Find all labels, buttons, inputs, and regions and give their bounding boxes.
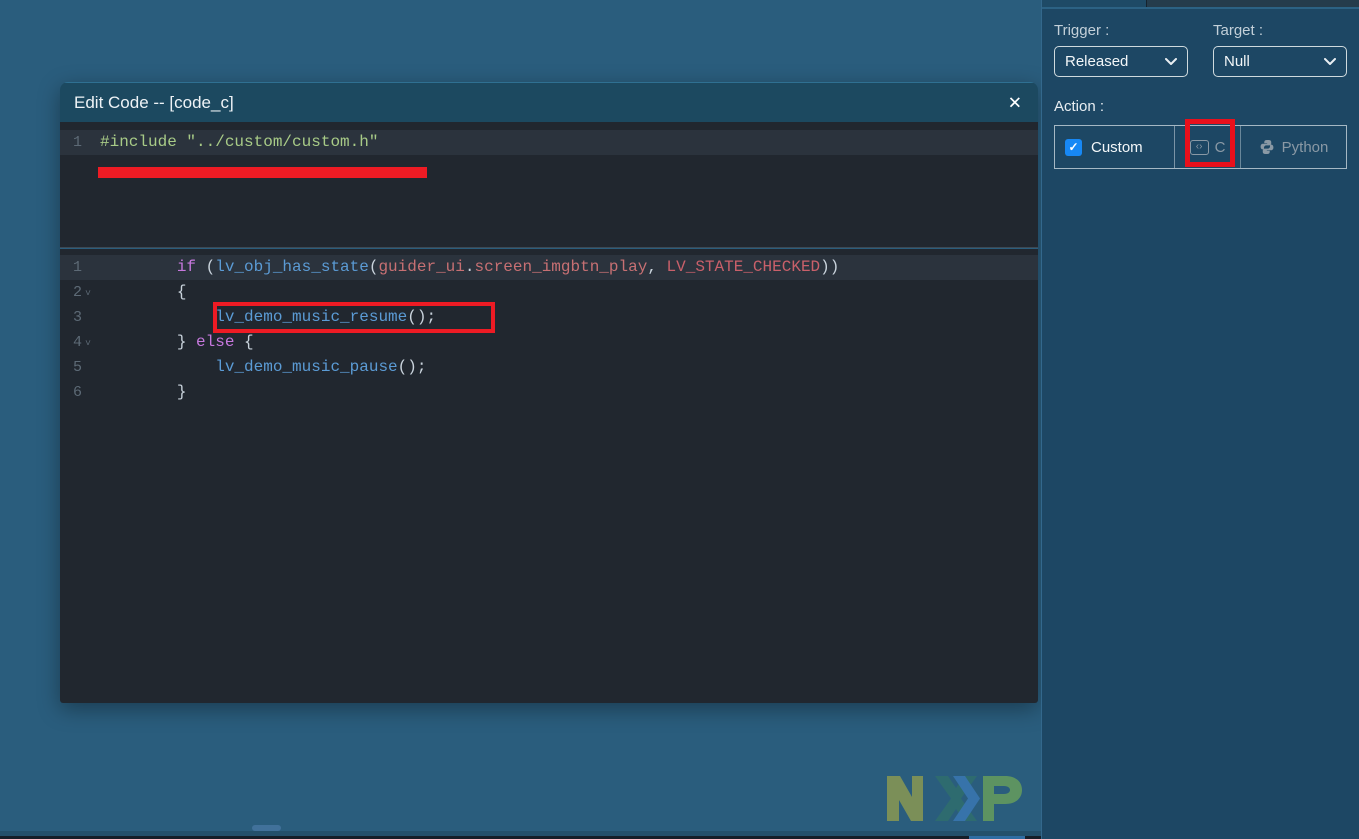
code-text: #include "../custom/custom.h"	[100, 133, 379, 151]
code-line[interactable]: 3 lv_demo_music_resume();	[60, 305, 1038, 330]
close-icon[interactable]: ✕	[1008, 94, 1022, 111]
nxp-logo-watermark	[883, 770, 1031, 831]
line-number: 6	[73, 384, 83, 401]
chevron-down-icon	[1165, 57, 1177, 65]
trigger-select[interactable]: Released	[1054, 46, 1188, 77]
code-line[interactable]: 4 ˅ } else {	[60, 330, 1038, 355]
code-line[interactable]: 1 if (lv_obj_has_state(guider_ui.screen_…	[60, 255, 1038, 280]
fold-arrow-icon[interactable]: ˅	[85, 289, 91, 300]
code-text: if (lv_obj_has_state(guider_ui.screen_im…	[176, 258, 840, 276]
annotation-box-resume-call	[213, 302, 495, 333]
code-line[interactable]: 6 }	[60, 380, 1038, 405]
code-text: {	[100, 283, 187, 301]
python-label: Python	[1281, 138, 1329, 156]
python-icon	[1260, 139, 1274, 155]
line-number: 5	[73, 359, 83, 376]
panel-active-tab[interactable]	[1042, 0, 1147, 7]
code-text: }	[100, 383, 187, 401]
chevron-down-icon	[1324, 57, 1336, 65]
code-text: lv_demo_music_pause();	[215, 358, 427, 376]
annotation-underline-include	[98, 167, 427, 178]
code-line[interactable]: 2 ˅ {	[60, 280, 1038, 305]
annotation-box-c-button	[1185, 119, 1235, 167]
python-code-tab-button[interactable]: Python	[1241, 126, 1346, 168]
fold-arrow-icon[interactable]: ˅	[85, 339, 91, 350]
dialog-title: Edit Code -- [code_c]	[74, 92, 234, 112]
custom-checkbox[interactable]: ✓	[1065, 138, 1082, 156]
action-label: Action :	[1054, 98, 1105, 115]
include-code-editor[interactable]: 1 #include "../custom/custom.h"	[60, 122, 1038, 248]
event-code-editor[interactable]: 1 if (lv_obj_has_state(guider_ui.screen_…	[60, 249, 1038, 703]
line-number: 1	[73, 259, 83, 276]
check-icon: ✓	[1068, 140, 1079, 154]
panel-tab-strip	[1042, 0, 1359, 7]
trigger-label: Trigger :	[1054, 22, 1110, 39]
dialog-titlebar[interactable]: Edit Code -- [code_c] ✕	[60, 82, 1038, 122]
target-label: Target :	[1213, 22, 1264, 39]
target-value: Null	[1224, 53, 1250, 70]
line-number: 2 ˅	[73, 284, 92, 301]
line-number: 3	[73, 309, 83, 326]
custom-label: Custom	[1091, 138, 1143, 156]
code-text: } else {	[100, 333, 254, 351]
custom-option[interactable]: ✓ Custom	[1055, 126, 1175, 168]
nxp-logo-icon	[887, 776, 1022, 821]
code-line[interactable]: 1 #include "../custom/custom.h"	[60, 130, 1038, 155]
line-number: 4 ˅	[73, 334, 92, 351]
trigger-value: Released	[1065, 53, 1129, 70]
code-line[interactable]: 5 lv_demo_music_pause();	[60, 355, 1038, 380]
line-number: 1	[73, 134, 83, 151]
target-select[interactable]: Null	[1213, 46, 1347, 77]
